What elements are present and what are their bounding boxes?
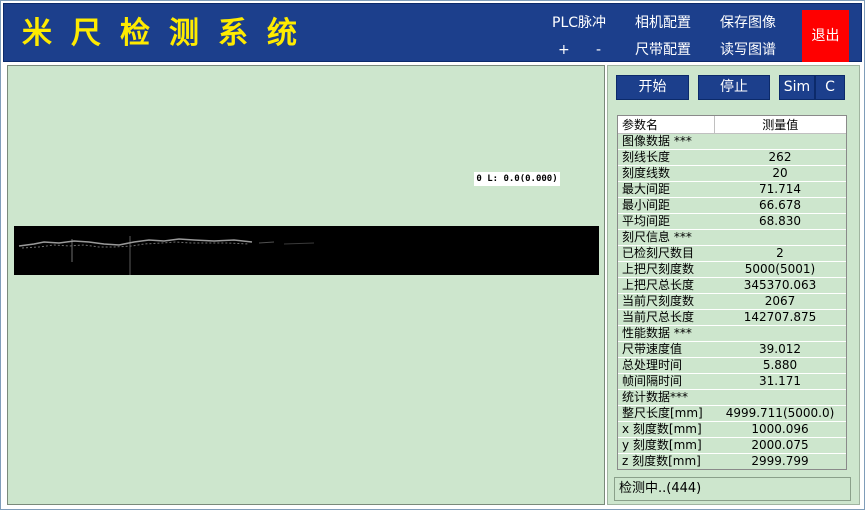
sim-button[interactable]: Sim bbox=[779, 75, 815, 100]
stop-button[interactable]: 停止 bbox=[698, 75, 770, 100]
table-row[interactable]: 整尺长度[mm] 4999.711(5000.0) bbox=[618, 405, 846, 422]
param-value: 5.880 bbox=[714, 357, 846, 374]
param-name: y 刻度数[mm] bbox=[618, 437, 714, 454]
param-name: 刻尺信息 *** bbox=[618, 229, 714, 246]
control-panel: 开始 停止 Sim C 参数名 测量值 图像数据 *** 刻线长度 262 刻度线数 2… bbox=[607, 65, 860, 505]
param-value: 68.830 bbox=[714, 213, 846, 230]
param-value: 39.012 bbox=[714, 341, 846, 358]
ruler-graduation-marks bbox=[18, 236, 315, 275]
table-row[interactable]: 图像数据 *** bbox=[618, 133, 846, 150]
table-row[interactable]: 性能数据 *** bbox=[618, 325, 846, 342]
exit-button[interactable]: 退出 bbox=[802, 10, 849, 62]
param-name: 整尺长度[mm] bbox=[618, 405, 714, 422]
parameter-table: 参数名 测量值 图像数据 *** 刻线长度 262 刻度线数 20 最大间距 71.714 最… bbox=[617, 115, 847, 470]
start-button[interactable]: 开始 bbox=[616, 75, 689, 100]
param-value bbox=[714, 325, 846, 342]
param-name: 平均间距 bbox=[618, 213, 714, 230]
param-value: 262 bbox=[714, 149, 846, 166]
c-button[interactable]: C bbox=[815, 75, 845, 100]
table-row[interactable]: 当前尺刻度数 2067 bbox=[618, 293, 846, 310]
table-row[interactable]: 总处理时间 5.880 bbox=[618, 357, 846, 374]
param-name: 最小间距 bbox=[618, 197, 714, 214]
column-header-value[interactable]: 测量值 bbox=[714, 116, 846, 134]
read-write-map-button[interactable]: 读写图谱 bbox=[720, 40, 776, 60]
table-row[interactable]: 刻尺信息 *** bbox=[618, 229, 846, 246]
param-name: 当前尺刻度数 bbox=[618, 293, 714, 310]
param-name: 性能数据 *** bbox=[618, 325, 714, 342]
param-name: 最大间距 bbox=[618, 181, 714, 198]
column-header-name[interactable]: 参数名 bbox=[618, 116, 715, 134]
table-row[interactable]: 当前尺总长度 142707.875 bbox=[618, 309, 846, 326]
measure-label: 0 L: 0.0(0.000) bbox=[474, 172, 560, 186]
param-value: 345370.063 bbox=[714, 277, 846, 294]
param-name: 当前尺总长度 bbox=[618, 309, 714, 326]
param-name: z 刻度数[mm] bbox=[618, 453, 714, 469]
param-value: 1000.096 bbox=[714, 421, 846, 438]
param-value: 2999.799 bbox=[714, 453, 846, 469]
param-name: 帧间隔时间 bbox=[618, 373, 714, 390]
plc-pulse-label: PLC脉冲 bbox=[552, 15, 607, 31]
param-value: 20 bbox=[714, 165, 846, 182]
param-value: 142707.875 bbox=[714, 309, 846, 326]
table-row[interactable]: x 刻度数[mm] 1000.096 bbox=[618, 421, 846, 438]
image-view: 0 L: 0.0(0.000) bbox=[7, 65, 605, 505]
param-value: 5000(5001) bbox=[714, 261, 846, 278]
table-row[interactable]: 平均间距 68.830 bbox=[618, 213, 846, 230]
status-bar: 检测中..(444) bbox=[614, 477, 851, 501]
table-row[interactable]: 帧间隔时间 31.171 bbox=[618, 373, 846, 390]
param-value bbox=[714, 389, 846, 406]
plc-minus-button[interactable]: - bbox=[596, 40, 601, 60]
param-name: x 刻度数[mm] bbox=[618, 421, 714, 438]
table-row[interactable]: y 刻度数[mm] 2000.075 bbox=[618, 437, 846, 454]
table-row[interactable]: 上把尺总长度 345370.063 bbox=[618, 277, 846, 294]
table-header-row: 参数名 测量值 bbox=[618, 116, 846, 134]
table-row[interactable]: 刻度线数 20 bbox=[618, 165, 846, 182]
param-value: 66.678 bbox=[714, 197, 846, 214]
ruler-image bbox=[14, 226, 599, 275]
param-name: 上把尺刻度数 bbox=[618, 261, 714, 278]
table-row[interactable]: z 刻度数[mm] 2999.799 bbox=[618, 453, 846, 469]
param-name: 已检刻尺数目 bbox=[618, 245, 714, 262]
param-value: 2067 bbox=[714, 293, 846, 310]
param-name: 刻线长度 bbox=[618, 149, 714, 166]
tape-config-button[interactable]: 尺带配置 bbox=[635, 40, 691, 60]
table-row[interactable]: 最小间距 66.678 bbox=[618, 197, 846, 214]
table-row[interactable]: 刻线长度 262 bbox=[618, 149, 846, 166]
param-name: 统计数据*** bbox=[618, 389, 714, 406]
param-name: 刻度线数 bbox=[618, 165, 714, 182]
table-row[interactable]: 统计数据*** bbox=[618, 389, 846, 406]
param-name: 总处理时间 bbox=[618, 357, 714, 374]
header-bar: 米尺检测系统 PLC脉冲 + - 相机配置 尺带配置 保存图像 读写图谱 退出 bbox=[3, 3, 862, 62]
camera-config-button[interactable]: 相机配置 bbox=[635, 13, 691, 33]
table-row[interactable]: 上把尺刻度数 5000(5001) bbox=[618, 261, 846, 278]
param-value: 4999.711(5000.0) bbox=[714, 405, 846, 422]
save-image-button[interactable]: 保存图像 bbox=[720, 13, 776, 33]
param-value bbox=[714, 133, 846, 150]
table-row[interactable]: 已检刻尺数目 2 bbox=[618, 245, 846, 262]
param-value: 2 bbox=[714, 245, 846, 262]
main-window: 米尺检测系统 PLC脉冲 + - 相机配置 尺带配置 保存图像 读写图谱 退出 … bbox=[0, 0, 865, 510]
param-value bbox=[714, 229, 846, 246]
param-value: 2000.075 bbox=[714, 437, 846, 454]
param-name: 图像数据 *** bbox=[618, 133, 714, 150]
table-row[interactable]: 尺带速度值 39.012 bbox=[618, 341, 846, 358]
param-value: 31.171 bbox=[714, 373, 846, 390]
plc-plus-button[interactable]: + bbox=[558, 40, 570, 60]
param-name: 尺带速度值 bbox=[618, 341, 714, 358]
param-name: 上把尺总长度 bbox=[618, 277, 714, 294]
param-value: 71.714 bbox=[714, 181, 846, 198]
table-row[interactable]: 最大间距 71.714 bbox=[618, 181, 846, 198]
app-title: 米尺检测系统 bbox=[22, 16, 316, 51]
